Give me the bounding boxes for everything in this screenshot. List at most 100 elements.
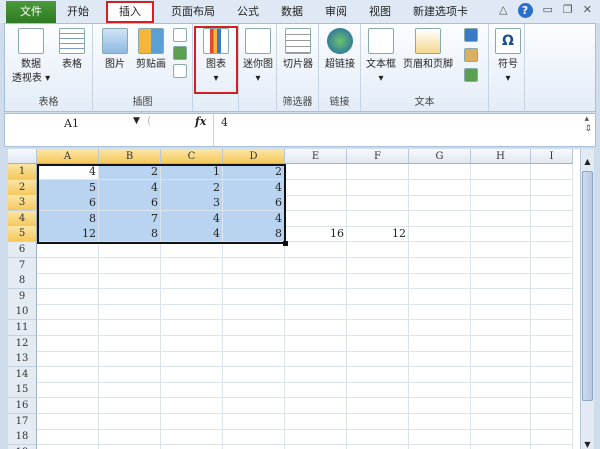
cell-A3[interactable]: 6 <box>37 195 99 212</box>
cell-H9[interactable] <box>471 288 531 305</box>
cell-A15[interactable] <box>37 382 99 399</box>
close-icon[interactable]: ✕ <box>583 3 592 18</box>
shapes-button[interactable] <box>171 28 189 82</box>
row-header-16[interactable]: 16 <box>8 398 37 414</box>
cell-F1[interactable] <box>347 164 409 180</box>
cell-E19[interactable] <box>285 444 347 449</box>
cell-E6[interactable] <box>285 242 347 258</box>
cell-F13[interactable] <box>347 351 409 368</box>
cell-B6[interactable] <box>99 242 161 258</box>
cell-D17[interactable] <box>223 413 285 430</box>
cell-F12[interactable] <box>347 335 409 352</box>
cell-A17[interactable] <box>37 413 99 430</box>
cell-I3[interactable] <box>531 195 573 212</box>
cell-B16[interactable] <box>99 398 161 414</box>
cell-B19[interactable] <box>99 444 161 449</box>
insert-function-icon[interactable]: fx <box>195 115 206 128</box>
row-header-2[interactable]: 2 <box>8 179 37 196</box>
cell-A11[interactable] <box>37 320 99 336</box>
cell-G8[interactable] <box>409 273 471 290</box>
cell-H11[interactable] <box>471 320 531 336</box>
cell-B10[interactable] <box>99 304 161 321</box>
cell-H14[interactable] <box>471 366 531 383</box>
cell-H7[interactable] <box>471 257 531 274</box>
cell-B11[interactable] <box>99 320 161 336</box>
cell-C19[interactable] <box>161 444 223 449</box>
cell-F5[interactable]: 12 <box>347 226 409 243</box>
cell-C3[interactable]: 3 <box>161 195 223 212</box>
wordart-button[interactable] <box>461 28 481 86</box>
cell-E10[interactable] <box>285 304 347 321</box>
cell-F4[interactable] <box>347 210 409 227</box>
cell-H3[interactable] <box>471 195 531 212</box>
cell-G7[interactable] <box>409 257 471 274</box>
cell-B12[interactable] <box>99 335 161 352</box>
cell-F18[interactable] <box>347 429 409 446</box>
cell-D6[interactable] <box>223 242 285 258</box>
cell-F16[interactable] <box>347 398 409 414</box>
cell-G3[interactable] <box>409 195 471 212</box>
cell-E14[interactable] <box>285 366 347 383</box>
minimize-icon[interactable]: ▭ <box>543 3 553 18</box>
cell-D3[interactable]: 6 <box>223 195 285 212</box>
row-header-17[interactable]: 17 <box>8 413 37 430</box>
cell-D13[interactable] <box>223 351 285 368</box>
row-header-11[interactable]: 11 <box>8 320 37 336</box>
cell-C2[interactable]: 2 <box>161 179 223 196</box>
cell-C1[interactable]: 1 <box>161 164 223 180</box>
cell-C13[interactable] <box>161 351 223 368</box>
column-header-E[interactable]: E <box>285 149 347 164</box>
textbox-button[interactable]: 文本框 ▾ <box>363 28 399 86</box>
cell-D16[interactable] <box>223 398 285 414</box>
formula-input[interactable]: 4 <box>221 116 228 129</box>
cell-I9[interactable] <box>531 288 573 305</box>
row-header-14[interactable]: 14 <box>8 366 37 383</box>
cell-A4[interactable]: 8 <box>37 210 99 227</box>
cell-C12[interactable] <box>161 335 223 352</box>
spreadsheet-grid[interactable]: A B C D E F G H I 1 4 2 1 2 2 5 4 2 4 3 6 6 3 6 4 8 7 4 4 5 12 8 4 8 16 12 6… <box>8 149 580 449</box>
cell-G9[interactable] <box>409 288 471 305</box>
cell-A12[interactable] <box>37 335 99 352</box>
cell-A7[interactable] <box>37 257 99 274</box>
row-header-15[interactable]: 15 <box>8 382 37 399</box>
cell-I14[interactable] <box>531 366 573 383</box>
cell-A19[interactable] <box>37 444 99 449</box>
cell-F15[interactable] <box>347 382 409 399</box>
cell-C11[interactable] <box>161 320 223 336</box>
tab-0[interactable]: 文件 <box>6 0 56 23</box>
pivot-table-button[interactable]: 数据 透视表 ▾ <box>9 28 53 86</box>
cell-D4[interactable]: 4 <box>223 210 285 227</box>
cell-A8[interactable] <box>37 273 99 290</box>
column-header-I[interactable]: I <box>531 149 573 164</box>
cell-E15[interactable] <box>285 382 347 399</box>
cell-D19[interactable] <box>223 444 285 449</box>
cell-I8[interactable] <box>531 273 573 290</box>
column-header-D[interactable]: D <box>223 149 285 164</box>
cell-E11[interactable] <box>285 320 347 336</box>
cell-G5[interactable] <box>409 226 471 243</box>
cell-F10[interactable] <box>347 304 409 321</box>
cell-F7[interactable] <box>347 257 409 274</box>
cell-B14[interactable] <box>99 366 161 383</box>
cell-I15[interactable] <box>531 382 573 399</box>
cell-C17[interactable] <box>161 413 223 430</box>
minimize-ribbon-icon[interactable]: △ <box>499 3 507 18</box>
column-header-G[interactable]: G <box>409 149 471 164</box>
row-header-3[interactable]: 3 <box>8 195 37 212</box>
cell-F6[interactable] <box>347 242 409 258</box>
tab-1[interactable]: 开始 <box>56 1 100 23</box>
cell-H13[interactable] <box>471 351 531 368</box>
cell-G19[interactable] <box>409 444 471 449</box>
scroll-thumb[interactable] <box>582 171 593 401</box>
cell-I17[interactable] <box>531 413 573 430</box>
header-footer-button[interactable]: 页眉和页脚 <box>401 28 455 72</box>
cell-I1[interactable] <box>531 164 573 180</box>
row-header-1[interactable]: 1 <box>8 164 37 180</box>
tab-5[interactable]: 数据 <box>270 1 314 23</box>
cell-B4[interactable]: 7 <box>99 210 161 227</box>
cell-F17[interactable] <box>347 413 409 430</box>
cell-A2[interactable]: 5 <box>37 179 99 196</box>
row-header-19[interactable]: 19 <box>8 444 37 449</box>
tab-7[interactable]: 视图 <box>358 1 402 23</box>
cell-B2[interactable]: 4 <box>99 179 161 196</box>
